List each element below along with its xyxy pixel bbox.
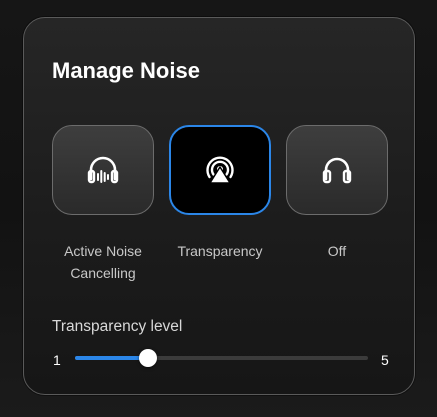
mode-transparency-label: Transparency — [177, 243, 263, 259]
transparency-slider-fill — [75, 356, 149, 360]
mode-transparency-button[interactable] — [169, 125, 271, 215]
slider-max-label: 5 — [381, 352, 389, 368]
headphones-icon — [322, 155, 352, 185]
headphones-anc-icon — [86, 155, 120, 185]
manage-noise-panel: Manage Noise Active Noise Cancelling Tra… — [23, 17, 415, 395]
mode-off-button[interactable] — [286, 125, 388, 215]
transparency-icon — [204, 155, 236, 185]
mode-active-noise-cancelling-label: Active Noise Cancelling — [64, 243, 142, 281]
slider-min-label: 1 — [53, 352, 61, 368]
mode-active-noise-cancelling-button[interactable] — [52, 125, 154, 215]
transparency-slider-track[interactable] — [75, 356, 368, 360]
transparency-slider-thumb[interactable] — [139, 349, 158, 367]
transparency-level-label: Transparency level — [52, 318, 183, 335]
panel-title: Manage Noise — [52, 58, 200, 83]
mode-off-label: Off — [327, 243, 347, 259]
